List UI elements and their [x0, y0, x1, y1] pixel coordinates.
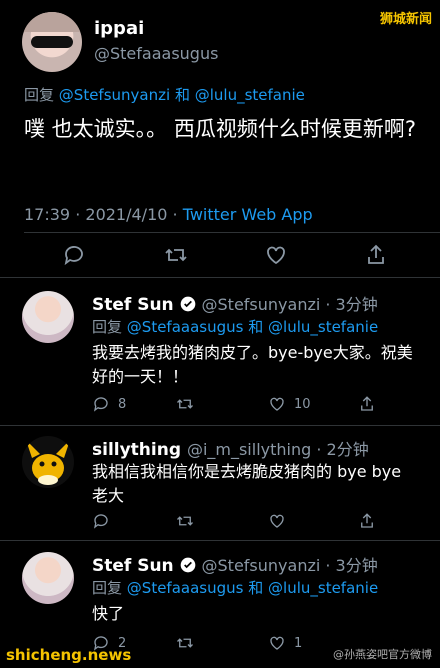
reply-button[interactable]	[92, 512, 110, 530]
display-name[interactable]: Stef Sun	[92, 556, 174, 576]
user-handle[interactable]: @Stefsunyanzi · 3分钟	[202, 295, 378, 314]
avatar[interactable]	[22, 552, 74, 604]
like-icon[interactable]	[264, 243, 288, 267]
source-app[interactable]: Twitter Web App	[183, 205, 313, 224]
share-icon[interactable]	[364, 243, 388, 267]
divider	[0, 277, 440, 278]
user-handle[interactable]: @Stefaaasugus	[94, 44, 218, 63]
divider	[0, 425, 440, 426]
retweet-button[interactable]	[176, 512, 194, 530]
retweet-icon	[177, 399, 193, 409]
mention-link[interactable]: @Stefsunyanzi	[59, 86, 170, 104]
retweet-icon	[177, 638, 193, 648]
reply-count: 8	[118, 396, 127, 412]
mention-link[interactable]: @lulu_stefanie	[268, 579, 378, 597]
verified-badge-icon	[180, 557, 195, 573]
like-icon	[270, 636, 284, 650]
avatar[interactable]	[22, 291, 74, 343]
display-name[interactable]: sillything	[92, 440, 181, 460]
mention-link[interactable]: @lulu_stefanie	[268, 318, 378, 336]
share-icon	[361, 396, 373, 411]
tweet-text: 噗 也太诚实。。 西瓜视频什么时候更新啊?	[24, 117, 416, 141]
share-button[interactable]	[358, 512, 376, 530]
avatar[interactable]	[22, 436, 74, 488]
tweet-time: 17:39	[24, 205, 71, 224]
raichu-avatar-icon	[26, 440, 70, 485]
user-handle[interactable]: @i_m_sillything · 2分钟	[187, 440, 369, 459]
retweet-icon	[177, 516, 193, 526]
reply-tweet[interactable]: sillything @i_m_sillything · 2分钟 我相信我相信你…	[0, 430, 440, 540]
display-name[interactable]: ippai	[94, 18, 144, 39]
reply-icon	[93, 397, 108, 412]
display-name[interactable]: Stef Sun	[92, 295, 174, 315]
tweet-text: 快了	[92, 604, 125, 623]
reply-button[interactable]: 8	[92, 395, 126, 413]
tweet-actions	[0, 243, 440, 273]
replying-to: 回复 @Stefaaasugus 和 @lulu_stefanie	[92, 579, 379, 597]
verified-badge-icon	[180, 296, 195, 312]
retweet-icon[interactable]	[164, 243, 188, 267]
reply-tweet[interactable]: Stef Sun @Stefsunyanzi · 3分钟 回复 @Stefaaa…	[0, 285, 440, 425]
divider	[0, 540, 440, 541]
watermark-bottom-left: shicheng.news	[6, 646, 132, 664]
watermark-bottom-right: @孙燕姿吧官方微博	[333, 648, 432, 661]
user-handle[interactable]: @Stefsunyanzi · 3分钟	[202, 556, 378, 575]
like-icon	[270, 514, 284, 528]
like-icon	[270, 397, 284, 411]
reply-icon	[93, 514, 108, 529]
tweet-actions	[92, 512, 392, 536]
replying-to: 回复 @Stefaaasugus 和 @lulu_stefanie	[92, 318, 379, 336]
mention-link[interactable]: @Stefaaasugus	[127, 318, 244, 336]
like-button[interactable]: 10	[268, 395, 311, 413]
tweet-text: 我相信我相信你是去烤脆皮猪肉的 bye bye 老大	[92, 462, 402, 505]
mention-link[interactable]: @lulu_stefanie	[195, 86, 305, 104]
like-count: 10	[294, 396, 311, 412]
tweet-actions: 8 10	[92, 395, 392, 419]
mention-link[interactable]: @Stefaaasugus	[127, 579, 244, 597]
share-icon	[361, 513, 373, 528]
retweet-button[interactable]	[176, 634, 194, 652]
like-button[interactable]: 1	[268, 634, 302, 652]
tweet-date: 2021/4/10	[85, 205, 168, 224]
divider	[24, 232, 440, 233]
like-count: 1	[294, 635, 303, 651]
retweet-button[interactable]	[176, 395, 194, 413]
tweet-meta: 17:39 · 2021/4/10 · Twitter Web App	[24, 205, 313, 224]
replying-to: 回复 @Stefsunyanzi 和 @lulu_stefanie	[24, 86, 305, 104]
avatar[interactable]	[22, 12, 82, 72]
like-button[interactable]	[268, 512, 286, 530]
share-button[interactable]	[358, 395, 376, 413]
reply-icon[interactable]	[62, 243, 86, 267]
main-tweet: ippai @Stefaaasugus 回复 @Stefsunyanzi 和 @…	[0, 0, 440, 277]
tweet-text: 我要去烤我的猪肉皮了。bye-bye大家。祝美好的一天！！	[92, 343, 413, 386]
